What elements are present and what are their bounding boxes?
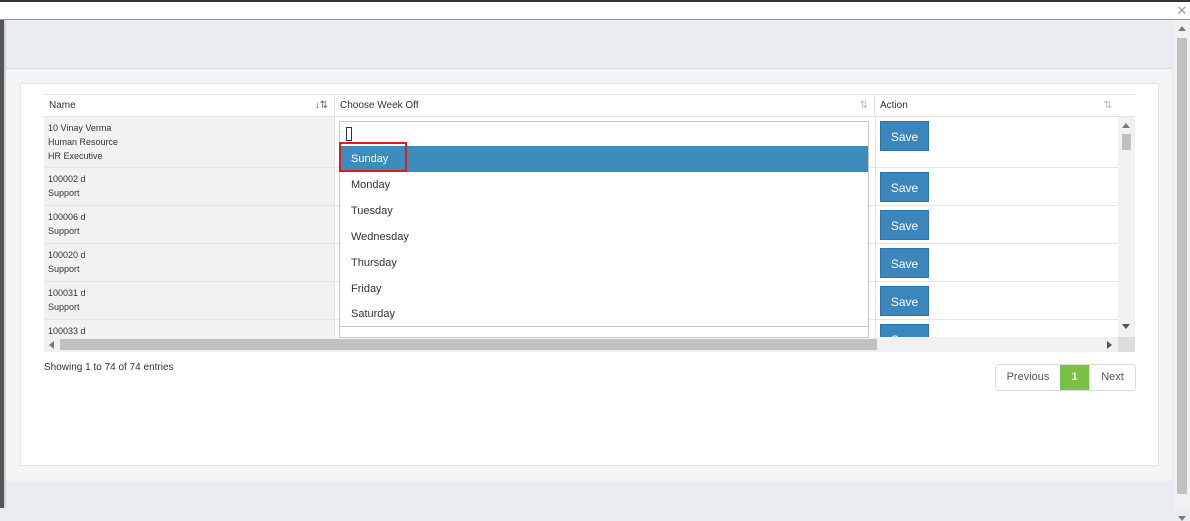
employee-id-name: 100020 d xyxy=(48,250,86,260)
employee-department: Support xyxy=(48,264,80,274)
save-button[interactable]: Save xyxy=(880,248,929,278)
dropdown-option-tuesday[interactable]: Tuesday xyxy=(340,198,868,224)
week-off-dropdown[interactable]: Sunday Monday Tuesday Wednesday Thursday… xyxy=(339,121,869,338)
column-header-label: Name xyxy=(49,100,76,111)
dropdown-option-wednesday[interactable]: Wednesday xyxy=(340,224,868,250)
scroll-thumb[interactable] xyxy=(1122,134,1131,150)
pagination: Previous 1 Next xyxy=(995,364,1136,391)
previous-page-button[interactable]: Previous xyxy=(996,365,1060,390)
text-cursor xyxy=(346,127,352,141)
page-scrollbar[interactable] xyxy=(1174,20,1190,521)
dropdown-option-monday[interactable]: Monday xyxy=(340,172,868,198)
save-button[interactable]: Save xyxy=(880,286,929,316)
employee-department: Support xyxy=(48,188,80,198)
scroll-down-icon[interactable] xyxy=(1122,324,1130,329)
name-cell: 100020 d Support xyxy=(44,244,334,281)
name-cell: 100006 d Support xyxy=(44,206,334,243)
action-cell: Save xyxy=(875,320,1118,338)
action-cell: Save xyxy=(875,244,1118,281)
column-header-week-off[interactable]: Choose Week Off ⇅ xyxy=(335,95,875,117)
table-horizontal-scrollbar[interactable] xyxy=(44,337,1118,352)
table-header: Name ↓⇅ Choose Week Off ⇅ Action ⇅ xyxy=(44,94,1135,117)
column-header-label: Action xyxy=(880,100,908,111)
name-cell: 100002 d Support xyxy=(44,168,334,205)
save-button[interactable]: Save xyxy=(880,210,929,240)
close-icon[interactable]: ✕ xyxy=(1176,4,1188,18)
dropdown-divider xyxy=(340,326,868,327)
sort-icon[interactable]: ⇅ xyxy=(1104,95,1112,116)
name-cell: 100031 d Support xyxy=(44,282,334,319)
name-cell: 10 Vinay Verma Human Resource HR Executi… xyxy=(44,117,334,167)
action-cell: Save xyxy=(875,206,1118,243)
dropdown-option-saturday[interactable]: Saturday xyxy=(340,301,868,327)
employee-id-name: 100033 d xyxy=(48,326,86,336)
scroll-left-icon[interactable] xyxy=(49,341,54,349)
dropdown-search-input[interactable] xyxy=(340,122,868,146)
column-header-action[interactable]: Action ⇅ xyxy=(875,95,1135,117)
employee-department: Support xyxy=(48,226,80,236)
scroll-up-icon[interactable] xyxy=(1178,26,1186,31)
dropdown-option-sunday[interactable]: Sunday xyxy=(340,146,868,172)
modal-top-bar: ✕ xyxy=(0,0,1190,20)
employee-id-name: 100006 d xyxy=(48,212,86,222)
employee-id-name: 10 Vinay Verma xyxy=(48,123,112,133)
dropdown-option-thursday[interactable]: Thursday xyxy=(340,250,868,276)
name-cell: 100033 d xyxy=(44,320,334,338)
entries-info: Showing 1 to 74 of 74 entries xyxy=(44,362,174,373)
table-vertical-scrollbar[interactable] xyxy=(1118,117,1135,338)
scroll-right-icon[interactable] xyxy=(1107,341,1112,349)
save-button[interactable]: Save xyxy=(880,121,929,151)
employee-id-name: 100002 d xyxy=(48,174,86,184)
employee-id-name: 100031 d xyxy=(48,288,86,298)
dropdown-option-friday[interactable]: Friday xyxy=(340,276,868,302)
page-1-button[interactable]: 1 xyxy=(1060,365,1089,390)
sort-icon[interactable]: ⇅ xyxy=(860,95,868,116)
scroll-down-icon[interactable] xyxy=(1178,516,1186,521)
scroll-up-icon[interactable] xyxy=(1122,123,1130,128)
action-cell: Save xyxy=(875,168,1118,205)
next-page-button[interactable]: Next xyxy=(1089,365,1135,390)
column-header-name[interactable]: Name ↓⇅ xyxy=(44,95,335,117)
action-cell: Save xyxy=(875,117,1118,167)
page-scroll-thumb[interactable] xyxy=(1177,38,1187,494)
save-button[interactable]: Save xyxy=(880,324,929,338)
scroll-thumb[interactable] xyxy=(60,339,877,350)
action-cell: Save xyxy=(875,282,1118,319)
sort-asc-icon[interactable]: ↓⇅ xyxy=(315,95,328,116)
scrollbar-corner xyxy=(1118,337,1135,352)
employee-department: Human Resource xyxy=(48,137,119,147)
save-button[interactable]: Save xyxy=(880,172,929,202)
column-header-label: Choose Week Off xyxy=(340,100,419,111)
employee-department: Support xyxy=(48,302,80,312)
employee-designation: HR Executive xyxy=(48,151,103,161)
